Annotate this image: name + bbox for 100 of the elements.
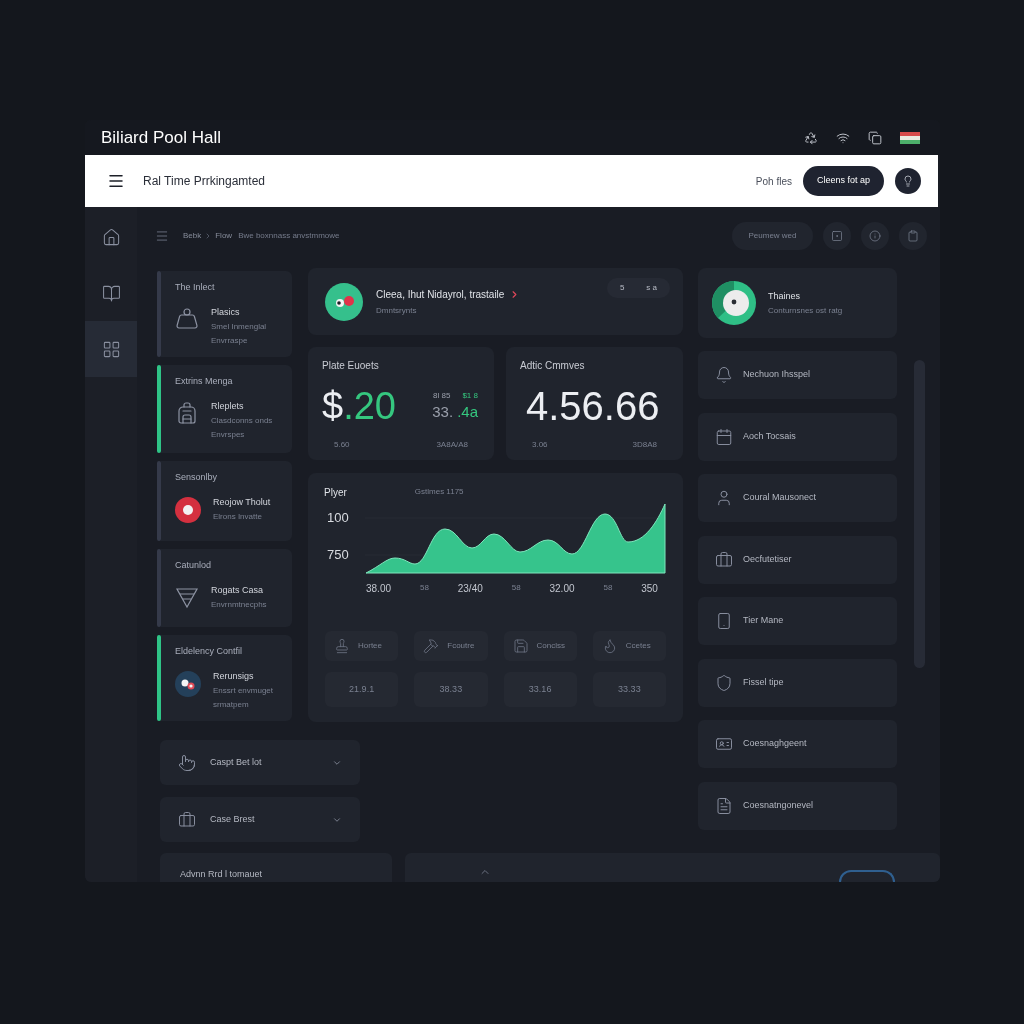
counter: 5 [619,282,625,294]
weight-icon [175,307,199,331]
menu-label: Coesnatngonevel [743,798,814,812]
item-name: Rogats Casa [211,584,265,596]
axis-label: 32.00 [549,581,575,596]
toolbar-button[interactable] [823,222,851,250]
profile-subtitle: Conturnsnes ost ratg [768,306,843,316]
accordion-label: Caspt Bet lot [210,755,262,769]
menu-label: Nechuon Ihsspel [743,368,811,382]
menu-item[interactable]: Tier Mane [698,597,897,645]
toolbar-button[interactable] [899,222,927,250]
briefcase-icon [178,810,196,829]
book-icon [101,283,121,303]
menu-label: Fissel tipe [743,675,784,689]
card-title: Catunlod [175,559,213,571]
accordion-row[interactable]: Caspt Bet lot [160,740,360,785]
cut-off-button[interactable] [839,870,895,882]
app-title: Biliard Pool Hall [101,127,221,148]
axis-label: 100 [327,510,350,526]
item-description: Smel Inmenglal [211,322,267,332]
metric-tile[interactable]: Hortee [325,631,399,661]
ball-icon [175,497,201,523]
breadcrumb-link[interactable]: Flow [215,230,233,242]
header-link[interactable]: Poh fles [755,173,792,189]
menu-item[interactable]: Oecfutetiser [698,535,897,584]
stat-footnote: 3D8A8 [632,440,657,450]
flag-icon[interactable] [900,131,920,144]
tile-value: 38.33 [439,682,463,696]
tile-value: 33.16 [528,682,552,696]
profile-card[interactable]: Thaines Conturnsnes ost ratg [698,268,897,338]
accordion-label: Case Brest [210,812,255,826]
toolbar-button[interactable] [861,222,889,250]
pointer-hand-icon [178,753,196,772]
metric-tile[interactable]: Conclss [503,631,577,661]
panel-title: Advnn Rrd l tomauet [180,868,263,880]
copy-icon[interactable] [868,130,882,145]
bell-icon [715,366,733,384]
category-card[interactable]: Extrins Menga Rleplets Clasdconns onds Envrspes [161,365,292,453]
clipboard-icon [907,230,919,242]
cue-ball-icon [712,281,756,325]
breadcrumb-link[interactable]: Bebk [183,230,202,242]
recycle-icon[interactable] [804,130,818,145]
item-description: Enssrt envmuget [213,686,274,696]
tile-label: Fcoutre [447,640,475,652]
stat-title: Adtic Cmmves [520,359,586,372]
menu-item[interactable]: Coesnaghgeent [698,720,897,768]
category-card[interactable]: Eldelency Contfil Rerunsigs Enssrt envmuget srmatpem [161,635,292,721]
id-card-icon [715,735,733,753]
axis-label: 58 [511,582,521,594]
shield-icon [715,673,733,692]
menu-item[interactable]: Fissel tipe [698,658,897,707]
profile-name: Thaines [768,290,802,302]
stat-footnote: 5.60 [334,440,350,450]
metric-tile[interactable]: Ccetes [592,631,666,661]
category-card[interactable]: Catunlod Rogats Casa Envrnmtnecphs [161,549,292,627]
nav-button[interactable] [85,321,137,377]
cone-icon [175,585,199,609]
chart-title: Plyer [324,485,347,500]
toolbar-pill-button[interactable]: Peumew wed [732,222,813,250]
menu-label: Coesnaghgeent [743,737,807,751]
axis-label: 38.00 [366,581,392,596]
category-card[interactable]: Sensonlby Reojow Tholut Elrons Invatte [161,461,292,541]
item-description: Clasdconns onds [211,416,273,426]
category-card[interactable]: The Inlect Plasics Smel Inmenglal Envrraspe [161,271,292,357]
card-title: Eldelency Contfil [175,645,244,657]
alert-card[interactable]: Cleea, Ihut Nidayrol, trastaile Dmntsrynts 5 s a [308,268,683,335]
accordion-row[interactable]: Case Brest [160,797,360,842]
tile-value: 33.33 [618,682,641,696]
stat-figure: 8l 85 [433,391,451,401]
lightbulb-button[interactable] [895,168,921,194]
item-description: srmatpem [213,700,250,710]
billiard-balls-icon [325,282,363,321]
wifi-icon[interactable] [836,130,850,145]
grid-icon [101,339,121,359]
menu-icon[interactable] [107,172,125,190]
item-name: Rerunsigs [213,670,255,682]
stat-figure: $1 8 [462,391,478,401]
document-icon [715,796,733,815]
alert-subtitle: Dmntsrynts [376,305,418,316]
stat-figure: 33. [432,403,454,421]
header-button[interactable]: Cleens fot ap [802,166,884,196]
card-title: Sensonlby [175,471,219,483]
axis-label: 750 [327,547,350,563]
item-description: Envrnmtnecphs [211,600,267,610]
menu-item[interactable]: Coesnatngonevel [698,781,897,830]
menu-item[interactable]: Coural Mausonect [698,474,897,522]
stat-footnote: 3.06 [532,440,548,450]
item-description: Elrons Invatte [213,512,263,522]
tile-label: Ccetes [625,640,651,652]
metric-tile[interactable]: Fcoutre [414,631,488,661]
card-title: Extrins Menga [175,375,234,387]
card-title: The Inlect [175,281,216,293]
menu-item[interactable]: Aoch Tocsais [698,412,897,461]
stat-footnote: 3A8A/A8 [436,440,468,450]
backpack-icon [175,401,199,425]
phone-icon [715,612,733,630]
home-icon [101,227,121,247]
menu-item[interactable]: Nechuon Ihsspel [698,351,897,399]
item-name: Rleplets [211,400,245,412]
menu-label: Oecfutetiser [743,552,792,566]
